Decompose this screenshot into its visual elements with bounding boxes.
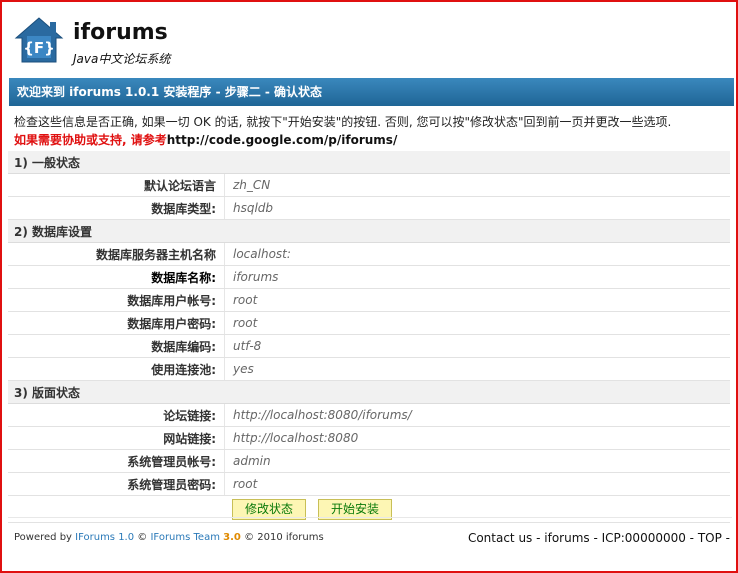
row-label: 系统管理员密码:	[8, 472, 225, 496]
table-row: 系统管理员密码: root	[8, 472, 730, 496]
table-row: 默认论坛语言 zh_CN	[8, 173, 730, 197]
section-board: 3) 版面状态	[8, 380, 730, 404]
row-value: zh_CN	[224, 173, 730, 197]
table-row: 论坛链接: http://localhost:8080/iforums/	[8, 403, 730, 427]
footer-links[interactable]: Contact us - iforums - ICP:00000000 - TO…	[468, 531, 730, 545]
powered-by-text: Powered by	[14, 532, 72, 543]
table-row: 数据库服务器主机名称 localhost:	[8, 242, 730, 266]
table-row: 数据库编码: utf-8	[8, 334, 730, 358]
table-row: 数据库名称: iforums	[8, 265, 730, 289]
table-row: 使用连接池: yes	[8, 357, 730, 381]
section-title: 1) 一般状态	[8, 151, 730, 174]
row-value: hsqldb	[224, 196, 730, 220]
intro: 检查这些信息是否正确, 如果一切 OK 的话, 就按下"开始安装"的按钮. 否则…	[14, 113, 730, 149]
instructions-text: 检查这些信息是否正确, 如果一切 OK 的话, 就按下"开始安装"的按钮. 否则…	[14, 115, 672, 129]
row-label: 数据库用户密码:	[8, 311, 225, 335]
status-table: 1) 一般状态 默认论坛语言 zh_CN 数据库类型: hsqldb 2) 数据…	[8, 151, 730, 523]
row-value: iforums	[224, 265, 730, 289]
table-row: 数据库用户帐号: root	[8, 288, 730, 312]
row-value: root	[224, 311, 730, 335]
version-text: 3.0	[223, 532, 241, 543]
copyright-symbol: ©	[137, 532, 148, 543]
section-title: 2) 数据库设置	[8, 219, 730, 243]
house-logo-icon: {F}	[14, 16, 64, 64]
row-label: 默认论坛语言	[8, 173, 225, 197]
section-database: 2) 数据库设置	[8, 219, 730, 243]
row-value: root	[224, 472, 730, 496]
row-label: 数据库服务器主机名称	[8, 242, 225, 266]
copyright-text: © 2010 iforums	[244, 532, 324, 543]
row-label: 论坛链接:	[8, 403, 225, 427]
brand-tagline: Java中文论坛系统	[73, 52, 171, 66]
product-link[interactable]: IForums 1.0	[75, 532, 134, 543]
row-value: admin	[224, 449, 730, 473]
team-link[interactable]: IForums Team	[150, 532, 219, 543]
footer: Powered by IForums 1.0 © IForums Team 3.…	[8, 517, 732, 554]
row-value: http://localhost:8080/iforums/	[224, 403, 730, 427]
row-label: 数据库编码:	[8, 334, 225, 358]
row-value: root	[224, 288, 730, 312]
table-row: 网站链接: http://localhost:8080	[8, 426, 730, 450]
table-row: 数据库类型: hsqldb	[8, 196, 730, 220]
help-prefix: 如果需要协助或支持, 请参考	[14, 133, 167, 147]
table-row: 数据库用户密码: root	[8, 311, 730, 335]
row-label: 数据库名称:	[8, 265, 225, 289]
section-title: 3) 版面状态	[8, 380, 730, 404]
help-link[interactable]: http://code.google.com/p/iforums/	[167, 133, 398, 147]
row-value: utf-8	[224, 334, 730, 358]
row-label: 系统管理员帐号:	[8, 449, 225, 473]
help-line: 如果需要协助或支持, 请参考http://code.google.com/p/i…	[14, 131, 730, 149]
footer-credits: Powered by IForums 1.0 © IForums Team 3.…	[14, 532, 324, 543]
row-label: 数据库类型:	[8, 196, 225, 220]
row-value: yes	[224, 357, 730, 381]
table-row: 系统管理员帐号: admin	[8, 449, 730, 473]
section-general: 1) 一般状态	[8, 151, 730, 174]
svg-text:{F}: {F}	[23, 39, 55, 57]
brand-name: iforums	[73, 20, 168, 45]
row-label: 网站链接:	[8, 426, 225, 450]
page-title-bar: 欢迎来到 iforums 1.0.1 安装程序 - 步骤二 - 确认状态	[9, 78, 734, 106]
row-label: 数据库用户帐号:	[8, 288, 225, 312]
row-label: 使用连接池:	[8, 357, 225, 381]
row-value: http://localhost:8080	[224, 426, 730, 450]
row-value: localhost:	[224, 242, 730, 266]
